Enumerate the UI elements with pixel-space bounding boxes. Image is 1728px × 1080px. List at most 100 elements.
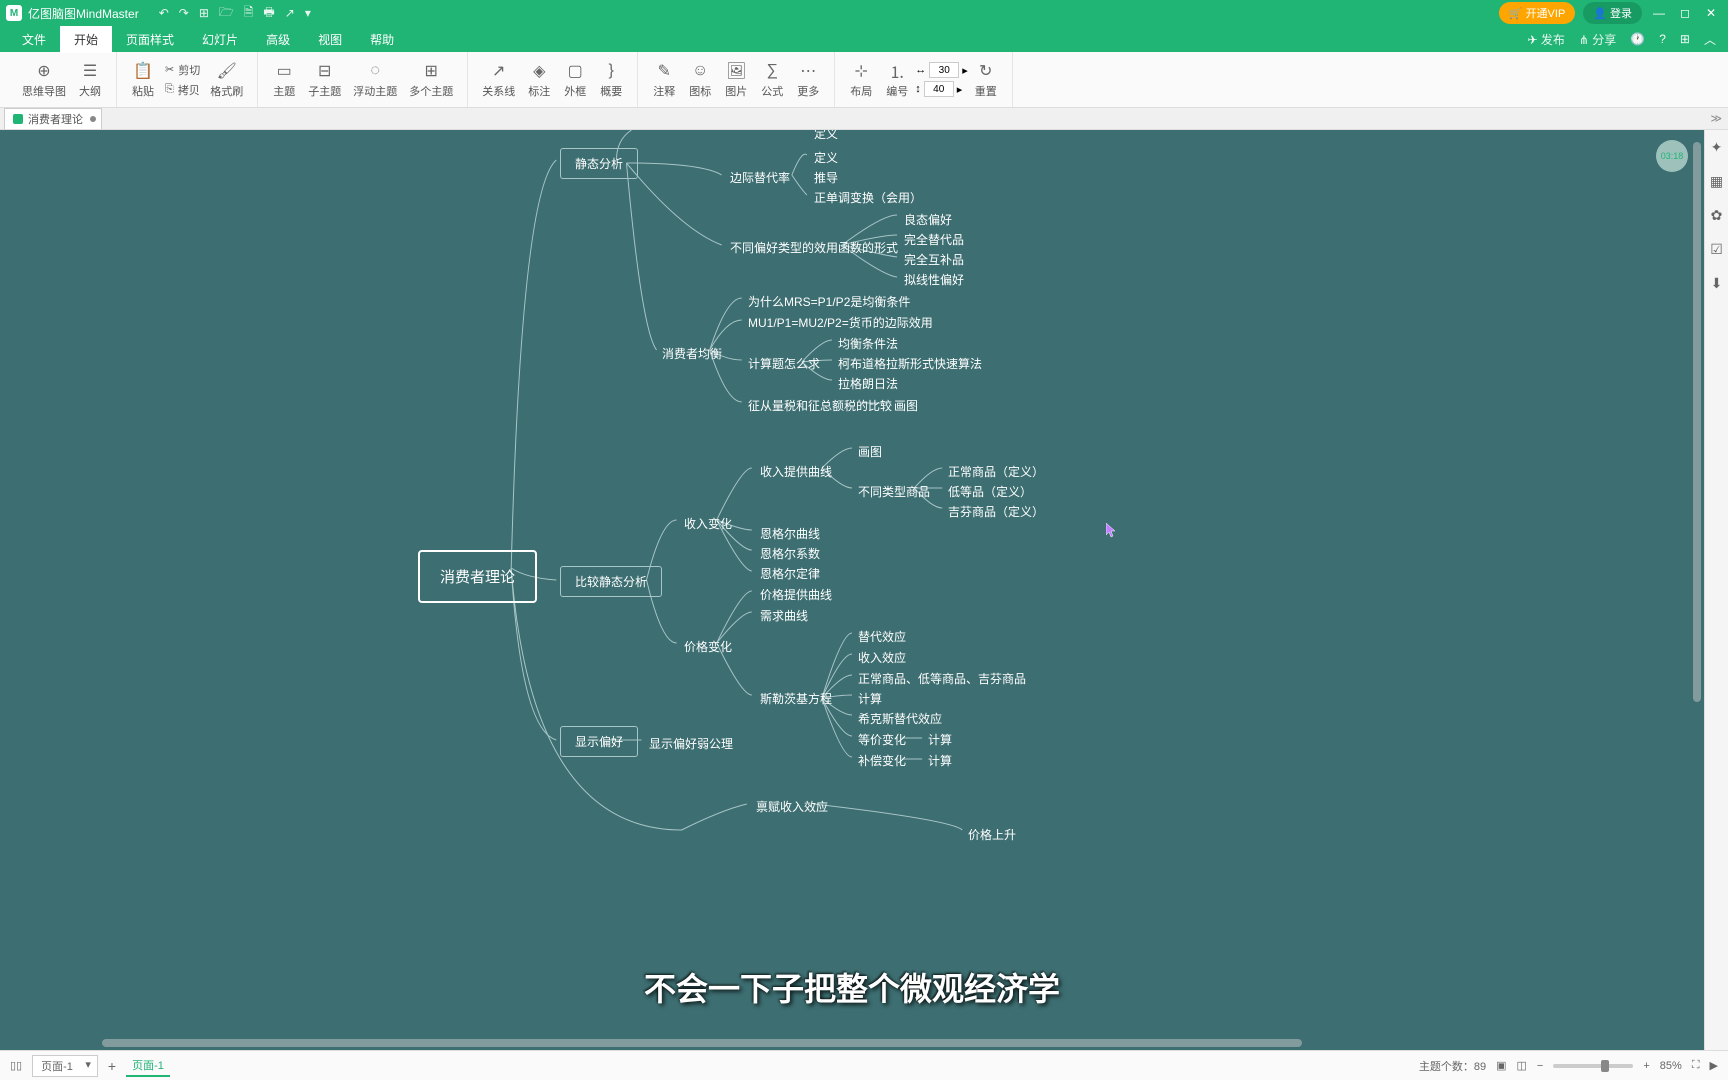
- relation-button[interactable]: ↗关系线: [476, 61, 521, 99]
- zoom-slider[interactable]: [1553, 1064, 1633, 1068]
- fit-page-icon[interactable]: ▣: [1496, 1059, 1506, 1072]
- page-selector[interactable]: 页面-1: [32, 1055, 98, 1077]
- add-page-button[interactable]: +: [108, 1058, 116, 1074]
- menu-help[interactable]: 帮助: [356, 26, 408, 53]
- node[interactable]: 补偿变化: [852, 749, 912, 772]
- fit-width-icon[interactable]: ◫: [1517, 1059, 1527, 1072]
- image-button[interactable]: 🖼图片: [718, 61, 754, 99]
- node-revealed-preference[interactable]: 显示偏好: [560, 726, 638, 757]
- minimize-icon[interactable]: —: [1650, 6, 1668, 20]
- node-comparative-static[interactable]: 比较静态分析: [560, 566, 662, 597]
- zoom-thumb[interactable]: [1601, 1060, 1609, 1072]
- node-income-change[interactable]: 收入变化: [678, 512, 738, 535]
- reset-button[interactable]: ↻重置: [968, 61, 1004, 99]
- history-icon[interactable]: 🕐: [1630, 32, 1645, 46]
- page-panel-icon[interactable]: ▦: [1708, 172, 1726, 190]
- menu-slideshow[interactable]: 幻灯片: [188, 26, 252, 53]
- fullscreen-icon[interactable]: ⛶: [1692, 1059, 1700, 1072]
- page-list-icon[interactable]: ▯▯: [10, 1059, 22, 1072]
- grid-icon[interactable]: ⊞: [1680, 32, 1690, 46]
- node[interactable]: 定义: [808, 130, 844, 145]
- undo-icon[interactable]: ↶: [159, 6, 169, 20]
- subtopic-button[interactable]: ⊟子主题: [302, 61, 347, 99]
- maximize-icon[interactable]: ◻: [1676, 6, 1694, 20]
- node-static-analysis[interactable]: 静态分析: [560, 148, 638, 179]
- node[interactable]: 拉格朗日法: [832, 372, 904, 395]
- node[interactable]: 收入效应: [852, 646, 912, 669]
- collapse-tabs-icon[interactable]: ≫: [1710, 112, 1722, 125]
- redo-icon[interactable]: ↷: [179, 6, 189, 20]
- share-button[interactable]: ⋔ 分享: [1579, 31, 1616, 48]
- publish-button[interactable]: ✈ 发布: [1527, 31, 1564, 48]
- summary-button[interactable]: }概要: [593, 61, 629, 99]
- scrollbar-thumb[interactable]: [1693, 142, 1701, 702]
- node[interactable]: 恩格尔定律: [754, 562, 826, 585]
- mindmap-view-button[interactable]: ⊕思维导图: [16, 61, 72, 99]
- callout-button[interactable]: ◈标注: [521, 61, 557, 99]
- node-utility-forms[interactable]: 不同偏好类型的效用函数的形式: [724, 236, 904, 259]
- node-endowment[interactable]: 禀赋收入效应: [750, 795, 834, 818]
- formula-button[interactable]: ∑公式: [754, 61, 790, 99]
- zoom-out-button[interactable]: −: [1537, 1060, 1543, 1072]
- close-icon[interactable]: ✕: [1702, 6, 1720, 20]
- save-icon[interactable]: 🗎: [244, 3, 254, 24]
- width-input[interactable]: [929, 62, 959, 78]
- export-panel-icon[interactable]: ⬇: [1708, 274, 1726, 292]
- node-price-up[interactable]: 价格上升: [962, 823, 1022, 846]
- node[interactable]: 征从量税和征总额税的比较: [742, 394, 898, 417]
- zoom-in-button[interactable]: +: [1643, 1060, 1649, 1072]
- node-consumer-equilibrium[interactable]: 消费者均衡: [656, 342, 728, 365]
- node[interactable]: 吉芬商品（定义）: [942, 500, 1050, 523]
- boundary-button[interactable]: ▢外框: [557, 61, 593, 99]
- style-panel-icon[interactable]: ✦: [1708, 138, 1726, 156]
- icon-panel-icon[interactable]: ✿: [1708, 206, 1726, 224]
- format-painter-button[interactable]: 🖌格式刷: [204, 61, 249, 99]
- node[interactable]: 等价变化: [852, 728, 912, 751]
- open-icon[interactable]: 🗁: [219, 3, 234, 24]
- horizontal-scrollbar[interactable]: [2, 1038, 1692, 1048]
- collapse-ribbon-icon[interactable]: ︿: [1704, 31, 1716, 48]
- print-icon[interactable]: 🖶: [263, 3, 274, 24]
- node-mrs[interactable]: 边际替代率: [724, 166, 796, 189]
- stepper-icon[interactable]: ▸: [957, 83, 963, 96]
- menu-file[interactable]: 文件: [8, 26, 60, 53]
- layout-button[interactable]: ⊹布局: [843, 61, 879, 99]
- floating-topic-button[interactable]: ◌浮动主题: [347, 61, 403, 99]
- ribbon-icon-button[interactable]: ☺图标: [682, 61, 718, 99]
- multiple-topic-button[interactable]: ⊞多个主题: [403, 61, 459, 99]
- vertical-scrollbar[interactable]: [1692, 132, 1702, 1038]
- node[interactable]: 画图: [888, 394, 924, 417]
- clipart-panel-icon[interactable]: ☑: [1708, 240, 1726, 258]
- node-slutsky[interactable]: 斯勒茨基方程: [754, 687, 838, 710]
- node[interactable]: 计算: [922, 728, 958, 751]
- node[interactable]: 正单调变换（会用）: [808, 186, 928, 209]
- topic-button[interactable]: ▭主题: [266, 61, 302, 99]
- node[interactable]: 希克斯替代效应: [852, 707, 948, 730]
- node[interactable]: 拟线性偏好: [898, 268, 970, 291]
- vip-button[interactable]: 🛒开通VIP: [1499, 2, 1575, 24]
- node[interactable]: 计算: [922, 749, 958, 772]
- note-button[interactable]: ✎注释: [646, 61, 682, 99]
- node[interactable]: 不同类型商品: [852, 480, 936, 503]
- present-icon[interactable]: ▶: [1710, 1059, 1718, 1072]
- node[interactable]: 替代效应: [852, 625, 912, 648]
- node-price-change[interactable]: 价格变化: [678, 635, 738, 658]
- export-icon[interactable]: ↗: [285, 6, 295, 20]
- more-button[interactable]: ⋯更多: [790, 61, 826, 99]
- scrollbar-thumb[interactable]: [102, 1039, 1302, 1047]
- login-button[interactable]: 👤登录: [1583, 2, 1642, 24]
- height-input[interactable]: [924, 81, 954, 97]
- canvas[interactable]: 消费者理论 静态分析 比较静态分析 显示偏好 定义 边际替代率 定义 推导 正单…: [0, 130, 1704, 1050]
- page-tab-1[interactable]: 页面-1: [126, 1055, 170, 1077]
- node[interactable]: 为什么MRS=P1/P2是均衡条件: [742, 290, 916, 313]
- node[interactable]: 价格提供曲线: [754, 583, 838, 606]
- cut-button[interactable]: ✂剪切: [161, 61, 204, 79]
- menu-view[interactable]: 视图: [304, 26, 356, 53]
- node[interactable]: 画图: [852, 440, 888, 463]
- document-tab[interactable]: 消费者理论: [4, 108, 102, 129]
- help-icon[interactable]: ?: [1659, 32, 1666, 46]
- node[interactable]: MU1/P1=MU2/P2=货币的边际效用: [742, 311, 939, 334]
- menu-pagestyle[interactable]: 页面样式: [112, 26, 188, 53]
- node[interactable]: 收入提供曲线: [754, 460, 838, 483]
- qat-dropdown-icon[interactable]: ▾: [305, 6, 311, 20]
